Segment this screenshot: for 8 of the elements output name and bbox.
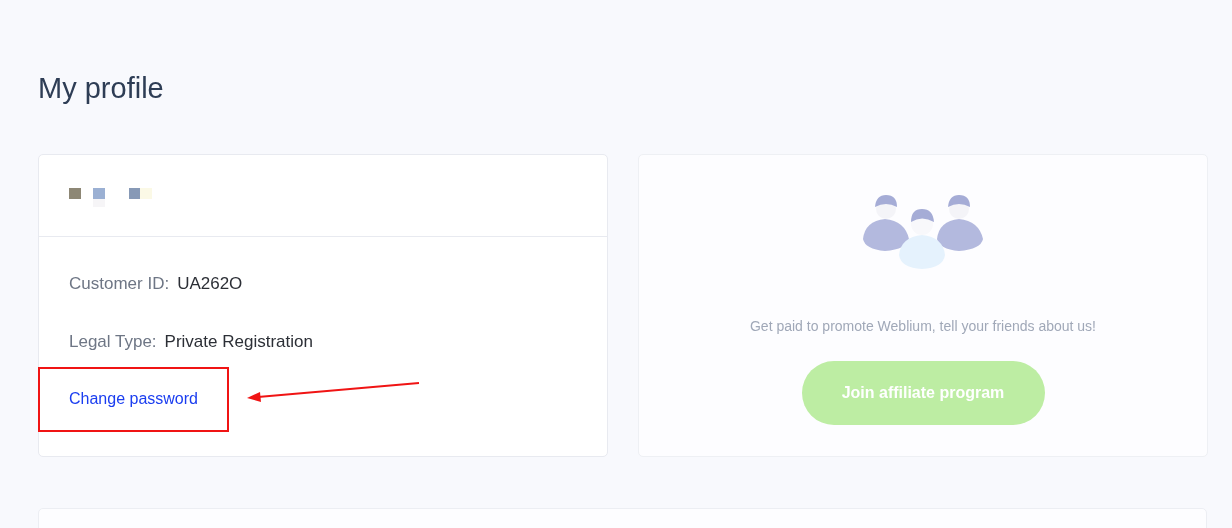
people-icon	[863, 193, 983, 269]
page-title: My profile	[38, 71, 164, 106]
change-password-link[interactable]: Change password	[69, 388, 198, 410]
field-label: Customer ID:	[69, 273, 170, 295]
promo-text: Get paid to promote Weblium, tell your friends about us!	[750, 317, 1096, 335]
field-value: UA262O	[177, 273, 243, 295]
field-value: Private Registration	[164, 331, 313, 353]
field-label: Legal Type:	[69, 331, 157, 353]
